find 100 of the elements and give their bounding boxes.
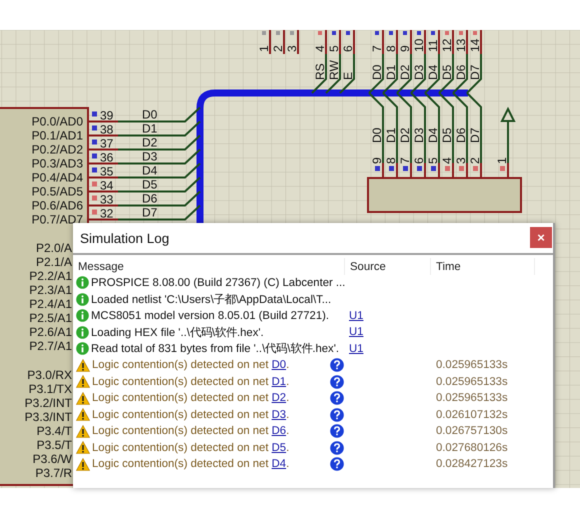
pin-number: 7: [370, 45, 384, 52]
pin-number: 33: [100, 192, 114, 206]
pin-number: 11: [426, 40, 440, 52]
pin-wire: [368, 30, 384, 94]
pin-number: 10: [412, 38, 426, 52]
pin-wire: [424, 30, 440, 94]
column-header[interactable]: Message: [73, 258, 345, 275]
net-label: D0: [370, 64, 384, 80]
pin-wire: [339, 30, 355, 94]
net-link[interactable]: D1: [272, 376, 286, 388]
close-button[interactable]: ×: [530, 226, 552, 248]
pin-number: 14: [468, 38, 482, 52]
log-message: Logic contention(s) detected on net D6.: [92, 425, 290, 438]
net-label: D4: [426, 64, 440, 80]
pin-label: P3.0/RX: [27, 368, 72, 382]
pin-label: P3.2/INT: [24, 396, 72, 410]
pin-label: P2.2/A1: [29, 269, 72, 283]
source-link[interactable]: U1: [349, 342, 364, 355]
pin-number: 35: [100, 164, 114, 178]
pin-wire: [466, 30, 482, 94]
net-label: D1: [384, 128, 398, 143]
net-label: D7: [142, 206, 158, 220]
pin-label: P2.6/A1: [29, 325, 72, 339]
help-icon[interactable]: [330, 424, 344, 438]
help-icon[interactable]: [330, 457, 344, 472]
help-icon[interactable]: [330, 358, 344, 372]
net-label: D5: [440, 128, 454, 143]
pin-label: P0.3/AD3: [32, 156, 83, 170]
pin-label: P0.7/AD7: [32, 212, 83, 226]
pin-label: P2.7/A1: [29, 339, 72, 353]
log-message: Loaded netlist 'C:\Users\子都\AppData\Local\T...: [91, 292, 332, 307]
pin-label: P3.3/INT: [24, 410, 72, 424]
net-label: D7: [468, 64, 482, 80]
net-label: D2: [142, 136, 158, 150]
pin-label: P2.3/A1: [29, 283, 72, 297]
log-message: Loading HEX file '..\代码\软件.hex'.: [91, 326, 264, 340]
log-time: 0.026107132s: [435, 408, 509, 423]
warning-icon: [76, 358, 90, 372]
log-message: Logic contention(s) detected on net D1.: [92, 376, 290, 388]
net-label: D3: [142, 150, 158, 164]
net-link[interactable]: D4: [272, 458, 286, 470]
pin-number: 8: [384, 45, 398, 52]
net-label: RS: [313, 63, 327, 80]
net-link[interactable]: D3: [272, 408, 286, 421]
column-header[interactable]: Time: [431, 258, 535, 275]
pin-wire: [382, 30, 398, 94]
pin-label: P3.6/W: [32, 452, 72, 466]
pin-number: 34: [100, 178, 114, 192]
log-time: 0.025965133s: [435, 391, 509, 406]
help-icon[interactable]: [330, 440, 344, 455]
log-time: 0.025965133s: [435, 374, 509, 390]
log-time: 0.028427123s: [435, 457, 509, 472]
pin-wire: [311, 30, 327, 94]
pin-label: P0.6/AD6: [32, 198, 83, 212]
pin-label: P0.1/AD1: [32, 128, 83, 142]
net-label: D2: [398, 128, 412, 143]
pin-number: 6: [341, 45, 355, 52]
net-label: D3: [412, 128, 426, 143]
net-link[interactable]: D5: [272, 442, 286, 454]
pin-number: 4: [440, 157, 454, 164]
info-icon: [76, 326, 89, 339]
warning-icon: [76, 458, 90, 471]
net-link[interactable]: D6: [272, 425, 286, 438]
pin-label: P3.5/T: [36, 438, 72, 452]
pin-number: 3: [454, 157, 468, 164]
warning-icon: [76, 408, 90, 422]
pin-wire: [452, 30, 468, 94]
pin-number: 2: [271, 45, 285, 52]
help-icon[interactable]: [330, 391, 344, 406]
log-message: MCS8051 model version 8.05.01 (Build 27721).: [91, 310, 330, 322]
pin-label: P3.1/TX: [28, 382, 72, 396]
warning-icon: [76, 375, 90, 388]
pin-number: 4: [313, 45, 327, 52]
pin-number: 12: [440, 38, 454, 52]
help-icon[interactable]: [330, 374, 344, 389]
pin-wire: [410, 30, 426, 94]
net-label: D5: [440, 64, 454, 80]
pin-number: 13: [454, 38, 468, 52]
source-link[interactable]: U1: [349, 310, 364, 322]
net-label: D6: [454, 64, 468, 80]
pin-label: P2.1/A: [36, 255, 72, 269]
column-header[interactable]: Source: [345, 258, 431, 275]
pin-number: 38: [100, 122, 114, 136]
pin-number: 37: [100, 136, 114, 150]
net-label: D7: [468, 128, 482, 143]
info-icon: [76, 292, 89, 306]
net-label: D3: [412, 64, 426, 80]
net-link[interactable]: D0: [272, 359, 286, 372]
resistor-pack-body[interactable]: [367, 177, 522, 213]
pin-wire: [283, 30, 285, 54]
pin-number: 9: [370, 157, 384, 164]
pin-label: P3.4/T: [36, 424, 72, 438]
net-link[interactable]: D2: [272, 392, 286, 404]
net-label: D1: [142, 122, 158, 136]
source-link[interactable]: U1: [349, 326, 364, 338]
warning-icon: [76, 392, 90, 405]
window-title: Simulation Log: [80, 230, 170, 246]
help-icon[interactable]: [330, 408, 344, 422]
pin-number: 7: [398, 157, 412, 164]
pin-number: 1: [495, 157, 509, 164]
